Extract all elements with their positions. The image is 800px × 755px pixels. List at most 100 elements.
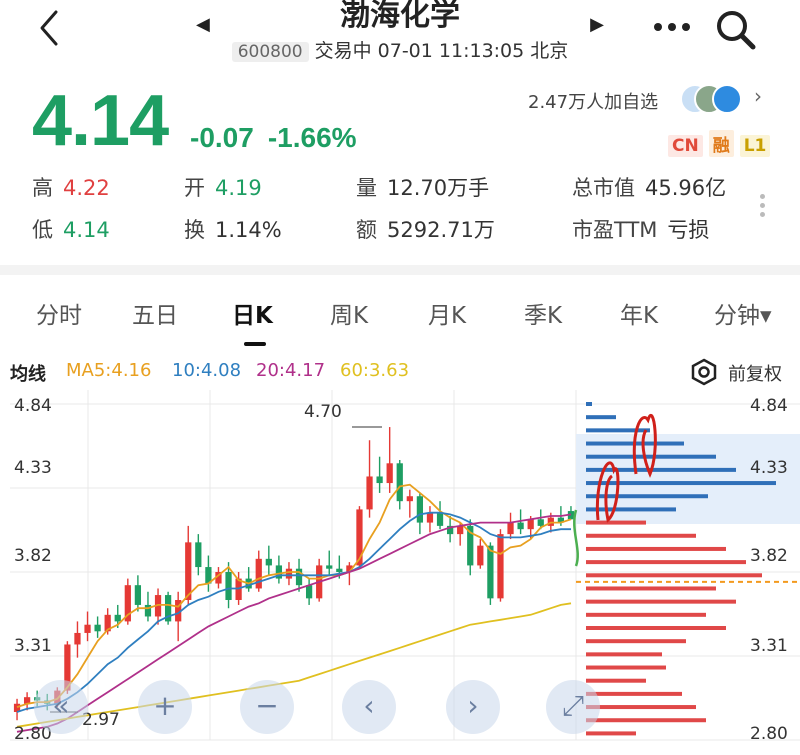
expand-dots-icon[interactable] — [760, 190, 768, 221]
avatar — [712, 84, 742, 114]
stock-title-area: ◀ 渤海化学 ▶ 600800 交易中 07-01 11:13:05 北京 — [190, 0, 610, 63]
quote-panel: 4.14 -0.07 -1.66% 2.47万人加自选 › CN 融 L1 高 4.22… — [0, 72, 800, 262]
ma60-value: 60:3.63 — [340, 360, 410, 381]
search-icon[interactable] — [712, 6, 758, 52]
volume-profile-bar — [586, 546, 726, 551]
stock-badges: CN 融 L1 — [668, 130, 776, 157]
top-bar: ◀ 渤海化学 ▶ 600800 交易中 07-01 11:13:05 北京 — [0, 0, 800, 62]
stat-open: 开 4.19 — [184, 176, 262, 200]
volume-profile-bar — [586, 678, 646, 683]
stock-code: 600800 — [231, 42, 309, 62]
candle-body — [84, 624, 91, 633]
badge-l1[interactable]: L1 — [739, 135, 771, 157]
y-axis-label-right: 2.80 — [750, 724, 788, 744]
candle-body — [396, 463, 403, 502]
volume-profile-bar — [586, 626, 726, 630]
volume-profile-bar — [586, 428, 650, 433]
volume-profile-bar — [586, 718, 706, 723]
y-axis-label: 3.31 — [14, 636, 52, 656]
settings-hex-icon[interactable] — [690, 358, 718, 386]
back-chevron-icon[interactable] — [30, 8, 70, 48]
candle-body — [185, 542, 192, 600]
tab-monthly-k[interactable]: 月K — [428, 296, 466, 330]
candle-body — [376, 476, 383, 484]
candle-body — [517, 522, 524, 530]
scroll-left-button[interactable]: ‹ — [342, 680, 396, 734]
max-price-marker: 4.70 — [304, 402, 342, 422]
candle-body — [195, 542, 202, 568]
candle-body — [326, 565, 333, 569]
stat-low: 低 4.14 — [32, 218, 110, 242]
ma20-value: 20:4.17 — [256, 360, 326, 381]
volume-profile-bar — [586, 652, 662, 657]
volume-profile-bar — [586, 533, 696, 538]
badge-margin[interactable]: 融 — [708, 130, 734, 157]
badge-cn[interactable]: CN — [668, 135, 703, 157]
volume-profile-bar — [586, 639, 686, 644]
volume-profile-bar — [586, 573, 762, 578]
tab-weekly-k[interactable]: 周K — [330, 296, 368, 330]
candle-body — [305, 585, 313, 599]
ma-legend: 均线 MA5:4.16 10:4.08 20:4.17 60:3.63 前复权 — [0, 356, 800, 386]
follower-avatars[interactable] — [680, 84, 746, 114]
volume-profile-bar — [586, 507, 676, 512]
kline-chart[interactable]: 4.84 4.33 3.82 3.31 2.80 4.84 4.33 3.82 … — [10, 390, 800, 755]
y-axis-label-right: 3.31 — [750, 636, 788, 656]
zoom-out-button[interactable]: − — [240, 680, 294, 734]
divider — [0, 265, 800, 275]
candle-body — [366, 476, 373, 510]
candle-body — [285, 568, 293, 579]
scroll-left-fast-button[interactable]: « — [34, 680, 88, 734]
candle-body — [74, 632, 81, 645]
volume-profile-bar — [586, 402, 592, 406]
candle-body — [265, 558, 272, 566]
chevron-right-icon[interactable]: › — [754, 84, 762, 108]
scroll-right-button[interactable]: › — [446, 680, 500, 734]
y-axis-label: 4.84 — [14, 396, 52, 416]
volume-profile-bar — [586, 705, 696, 710]
tab-minute[interactable]: 分钟▾ — [714, 296, 772, 330]
stat-amount: 额 5292.71万 — [356, 218, 495, 242]
tab-intraday[interactable]: 分时 — [36, 296, 82, 330]
candle-body — [426, 512, 434, 523]
tab-daily-k[interactable]: 日K — [232, 296, 273, 330]
ma10-value: 10:4.08 — [172, 360, 242, 381]
candle-body — [134, 585, 142, 605]
volume-profile-bar — [586, 586, 716, 591]
stat-high: 高 4.22 — [32, 176, 110, 200]
tab-yearly-k[interactable]: 年K — [620, 296, 658, 330]
volume-profile-bar — [586, 665, 666, 670]
change-value: -0.07 — [190, 122, 254, 153]
followers-count[interactable]: 2.47万人加自选 — [528, 88, 658, 114]
tab-quarterly-k[interactable]: 季K — [524, 296, 562, 330]
candle-body — [406, 496, 413, 502]
volume-profile-bar — [586, 467, 736, 472]
candle-body — [336, 568, 343, 572]
volume-profile-bar — [586, 415, 616, 420]
candle-body — [537, 519, 544, 526]
last-price: 4.14 — [32, 81, 169, 161]
zoom-in-button[interactable]: + — [138, 680, 192, 734]
active-tab-indicator — [244, 342, 266, 346]
change-percent: -1.66% — [267, 122, 357, 153]
tab-five-day[interactable]: 五日 — [132, 296, 178, 330]
volume-profile-bar — [586, 520, 646, 525]
candle-body — [114, 614, 121, 622]
stat-turnover: 换 1.14% — [184, 218, 282, 242]
stat-market-cap: 总市值 45.96亿 — [572, 176, 727, 200]
candle-body — [94, 624, 101, 632]
volume-profile-bar — [586, 691, 682, 696]
kline-svg — [10, 390, 800, 741]
y-axis-label-right: 3.82 — [750, 546, 788, 566]
candle-body — [386, 463, 393, 484]
candle-body — [527, 519, 534, 530]
candle-body — [225, 572, 232, 600]
y-axis-label-right: 4.33 — [750, 458, 788, 478]
fullscreen-button[interactable]: ⤢ — [546, 680, 600, 734]
adjust-mode[interactable]: 前复权 — [728, 360, 782, 386]
prev-stock-icon[interactable]: ◀ — [196, 14, 210, 35]
next-stock-icon[interactable]: ▶ — [590, 14, 604, 35]
more-dots-icon[interactable] — [650, 14, 694, 40]
volume-profile-bar — [586, 560, 746, 565]
ma-title[interactable]: 均线 — [10, 360, 46, 386]
